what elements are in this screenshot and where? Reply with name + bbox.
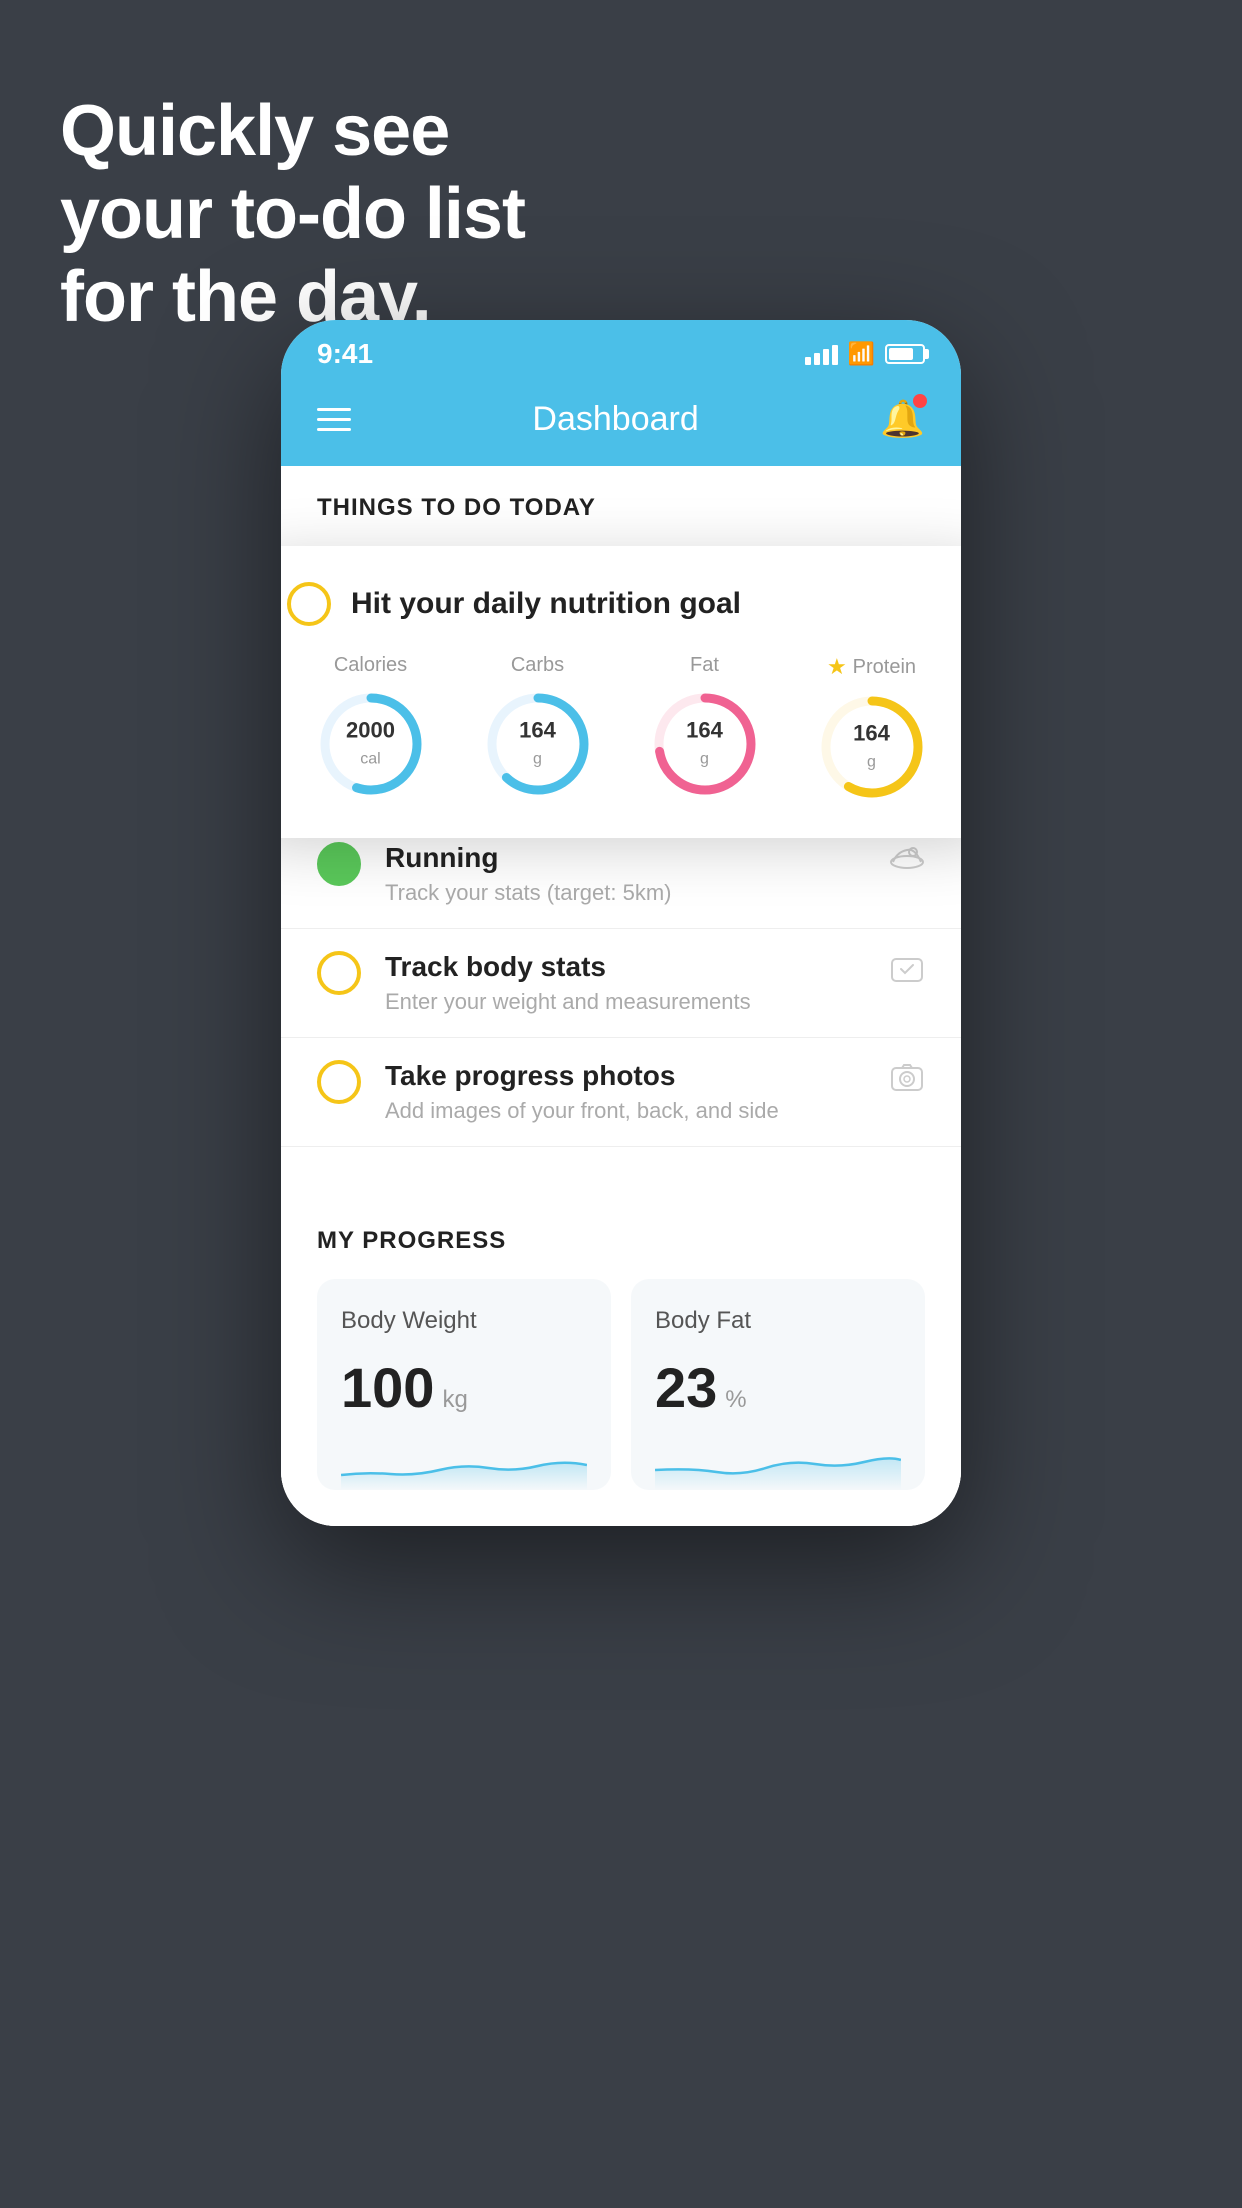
todo-item-progress-photos[interactable]: Take progress photos Add images of your …	[281, 1038, 961, 1147]
scale-icon	[889, 951, 925, 995]
progress-photos-checkbox[interactable]	[317, 1060, 361, 1104]
body-weight-card-title: Body Weight	[341, 1307, 587, 1335]
nutrition-card-title: Hit your daily nutrition goal	[351, 587, 741, 621]
fat-label: Fat	[690, 654, 719, 677]
header-title: Dashboard	[532, 400, 698, 439]
menu-button[interactable]	[317, 408, 351, 431]
running-subtitle: Track your stats (target: 5km)	[385, 880, 865, 906]
wifi-icon: 📶	[848, 341, 875, 367]
body-weight-chart	[341, 1440, 587, 1490]
phone-mockup: 9:41 📶 Dashboard 🔔 THINGS TO DO TOD	[281, 320, 961, 1526]
protein-circle: 164g	[817, 692, 927, 802]
my-progress-section: MY PROGRESS Body Weight 100 kg	[281, 1187, 961, 1526]
running-text-block: Running Track your stats (target: 5km)	[385, 842, 865, 906]
progress-cards: Body Weight 100 kg	[317, 1279, 925, 1490]
hero-title: Quickly see your to-do list for the day.	[60, 90, 525, 338]
fat-circle: 164g	[650, 689, 760, 799]
body-fat-number: 23	[655, 1355, 717, 1420]
track-body-stats-title: Track body stats	[385, 951, 865, 983]
protein-label: ★ Protein	[827, 654, 916, 680]
track-body-stats-text-block: Track body stats Enter your weight and m…	[385, 951, 865, 1015]
nutrition-card-header: Hit your daily nutrition goal	[287, 582, 955, 626]
photo-icon	[889, 1060, 925, 1104]
carbs-label: Carbs	[511, 654, 564, 677]
body-fat-unit: %	[725, 1386, 746, 1414]
progress-photos-title: Take progress photos	[385, 1060, 865, 1092]
signal-bars-icon	[805, 343, 838, 365]
track-body-stats-subtitle: Enter your weight and measurements	[385, 989, 865, 1015]
protein-star-icon: ★	[827, 654, 847, 680]
body-fat-card-title: Body Fat	[655, 1307, 901, 1335]
my-progress-title: MY PROGRESS	[317, 1227, 925, 1255]
running-title: Running	[385, 842, 865, 874]
running-checkbox[interactable]	[317, 842, 361, 886]
body-fat-card[interactable]: Body Fat 23 %	[631, 1279, 925, 1490]
nutrition-protein: ★ Protein 164g	[817, 654, 927, 802]
phone-content: THINGS TO DO TODAY Hit your daily nutrit…	[281, 466, 961, 1526]
nutrition-calories: Calories 2000cal	[316, 654, 426, 799]
notification-dot	[913, 394, 927, 408]
body-weight-card[interactable]: Body Weight 100 kg	[317, 1279, 611, 1490]
status-bar: 9:41 📶	[281, 320, 961, 380]
status-time: 9:41	[317, 338, 373, 370]
nutrition-checkbox[interactable]	[287, 582, 331, 626]
body-fat-chart	[655, 1440, 901, 1490]
body-fat-value: 23 %	[655, 1355, 901, 1420]
progress-photos-text-block: Take progress photos Add images of your …	[385, 1060, 865, 1124]
todo-section-label: THINGS TO DO TODAY	[281, 466, 961, 540]
nutrition-carbs: Carbs 164g	[483, 654, 593, 799]
app-header: Dashboard 🔔	[281, 380, 961, 466]
todo-item-track-body-stats[interactable]: Track body stats Enter your weight and m…	[281, 929, 961, 1038]
progress-photos-subtitle: Add images of your front, back, and side	[385, 1098, 865, 1124]
calories-label: Calories	[334, 654, 407, 677]
running-icon	[889, 842, 925, 878]
notification-bell-icon[interactable]: 🔔	[880, 398, 925, 440]
body-weight-value: 100 kg	[341, 1355, 587, 1420]
calories-circle: 2000cal	[316, 689, 426, 799]
track-body-stats-checkbox[interactable]	[317, 951, 361, 995]
body-weight-number: 100	[341, 1355, 434, 1420]
carbs-circle: 164g	[483, 689, 593, 799]
nutrition-fat: Fat 164g	[650, 654, 760, 799]
nutrition-card[interactable]: Hit your daily nutrition goal Calories 2…	[281, 546, 961, 838]
body-weight-unit: kg	[442, 1386, 467, 1414]
nutrition-row: Calories 2000cal Carbs	[287, 654, 955, 802]
status-icons: 📶	[805, 341, 925, 367]
battery-icon	[885, 344, 925, 364]
